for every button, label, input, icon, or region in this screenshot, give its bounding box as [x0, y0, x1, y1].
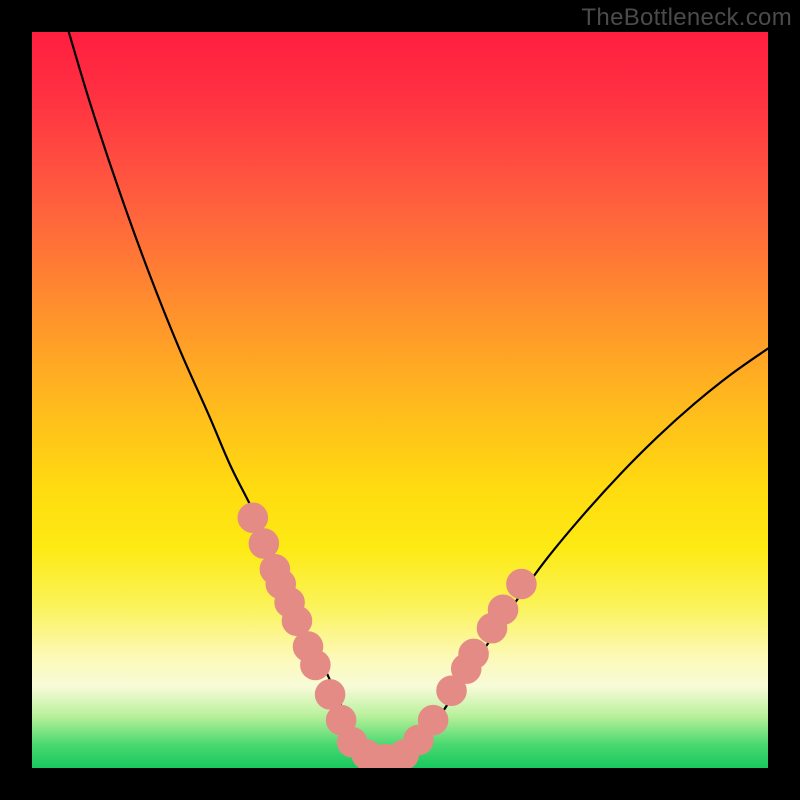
highlighted-point — [249, 529, 278, 558]
highlighted-point — [507, 569, 536, 598]
bottleneck-curve — [69, 32, 768, 761]
highlighted-point — [315, 680, 344, 709]
highlighted-point — [301, 650, 330, 679]
highlighted-point — [238, 503, 267, 532]
highlighted-point — [459, 639, 488, 668]
highlighted-point — [418, 705, 447, 734]
highlighted-point — [488, 595, 517, 624]
highlighted-points-group — [238, 503, 536, 768]
highlighted-point — [282, 606, 311, 635]
plot-area — [32, 32, 768, 768]
watermark-text: TheBottleneck.com — [581, 4, 792, 32]
chart-frame: TheBottleneck.com — [0, 0, 800, 800]
chart-overlay-svg — [32, 32, 768, 768]
